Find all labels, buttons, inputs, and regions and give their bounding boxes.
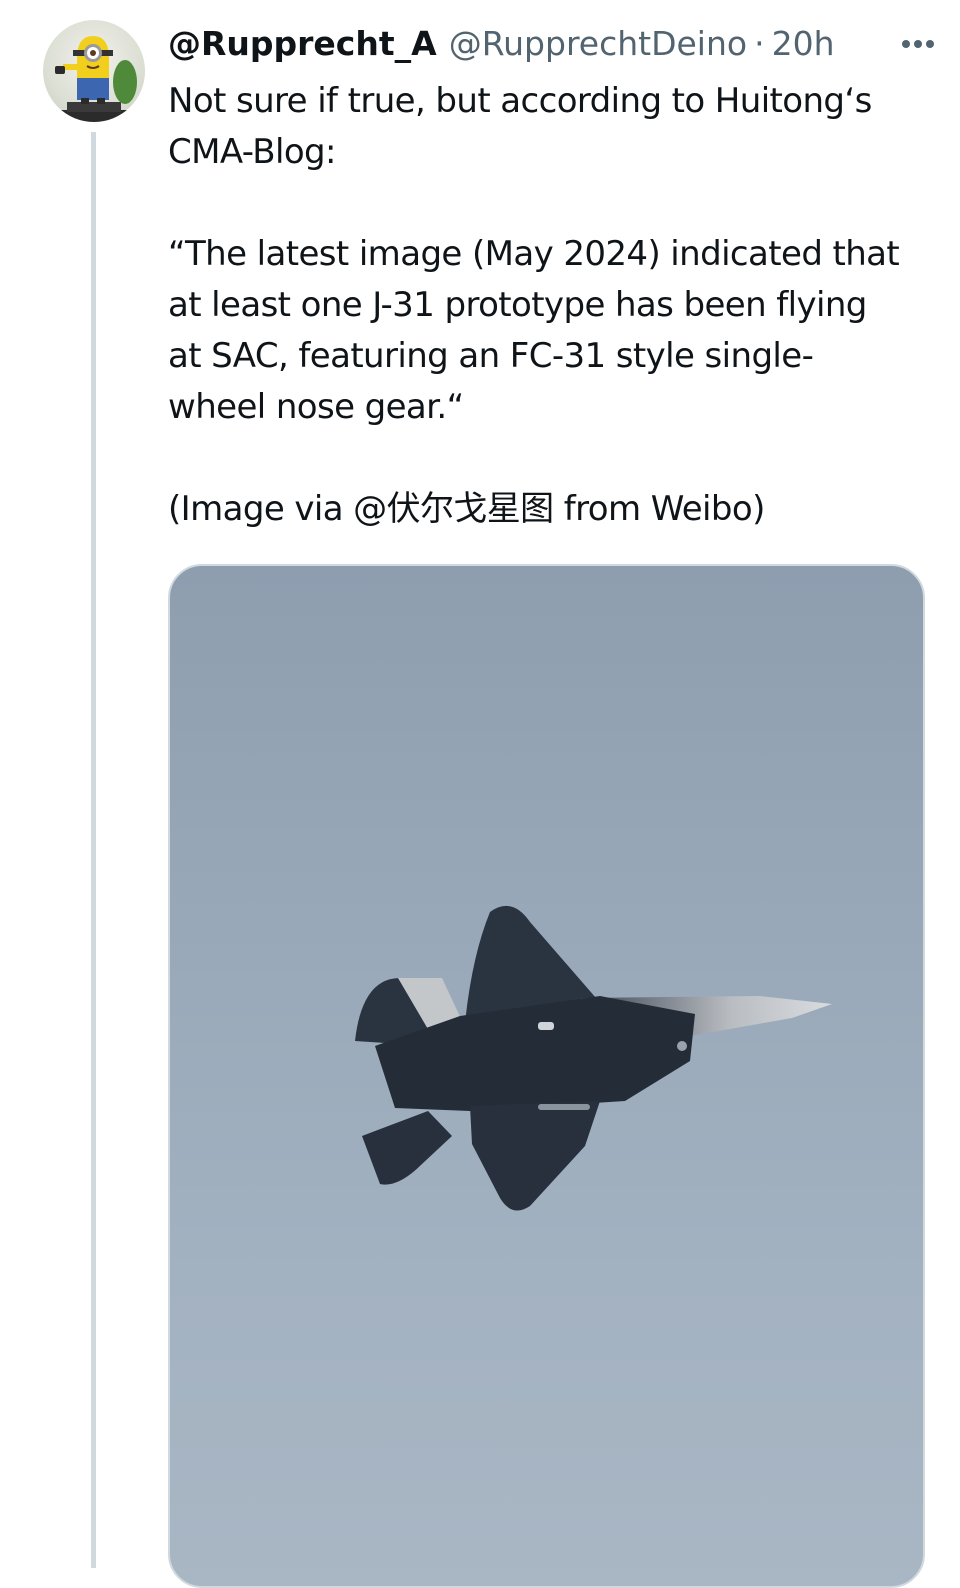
- tweet-paragraph: (Image via @伏尔戈星图 from Weibo): [168, 489, 765, 529]
- tweet-paragraph: “The latest image (May 2024) indicated t…: [168, 234, 900, 427]
- more-horizontal-icon[interactable]: [896, 22, 940, 66]
- minion-avatar-image: [55, 36, 137, 122]
- tweet-media-image[interactable]: [168, 564, 925, 1588]
- separator-dot: ·: [754, 24, 765, 63]
- tweet-header: @Rupprecht_A @RupprechtDeino · 20h: [168, 22, 940, 66]
- fighter-jet-photo: [355, 905, 832, 1211]
- tweet-paragraph: Not sure if true, but according to Huito…: [168, 81, 872, 172]
- thread-connector-line: [91, 132, 96, 1568]
- tweet-text: Not sure if true, but according to Huito…: [168, 76, 938, 535]
- avatar[interactable]: [43, 20, 145, 122]
- timestamp[interactable]: 20h: [772, 22, 835, 66]
- user-handle[interactable]: @RupprechtDeino: [449, 22, 747, 66]
- display-name[interactable]: @Rupprecht_A: [168, 22, 437, 66]
